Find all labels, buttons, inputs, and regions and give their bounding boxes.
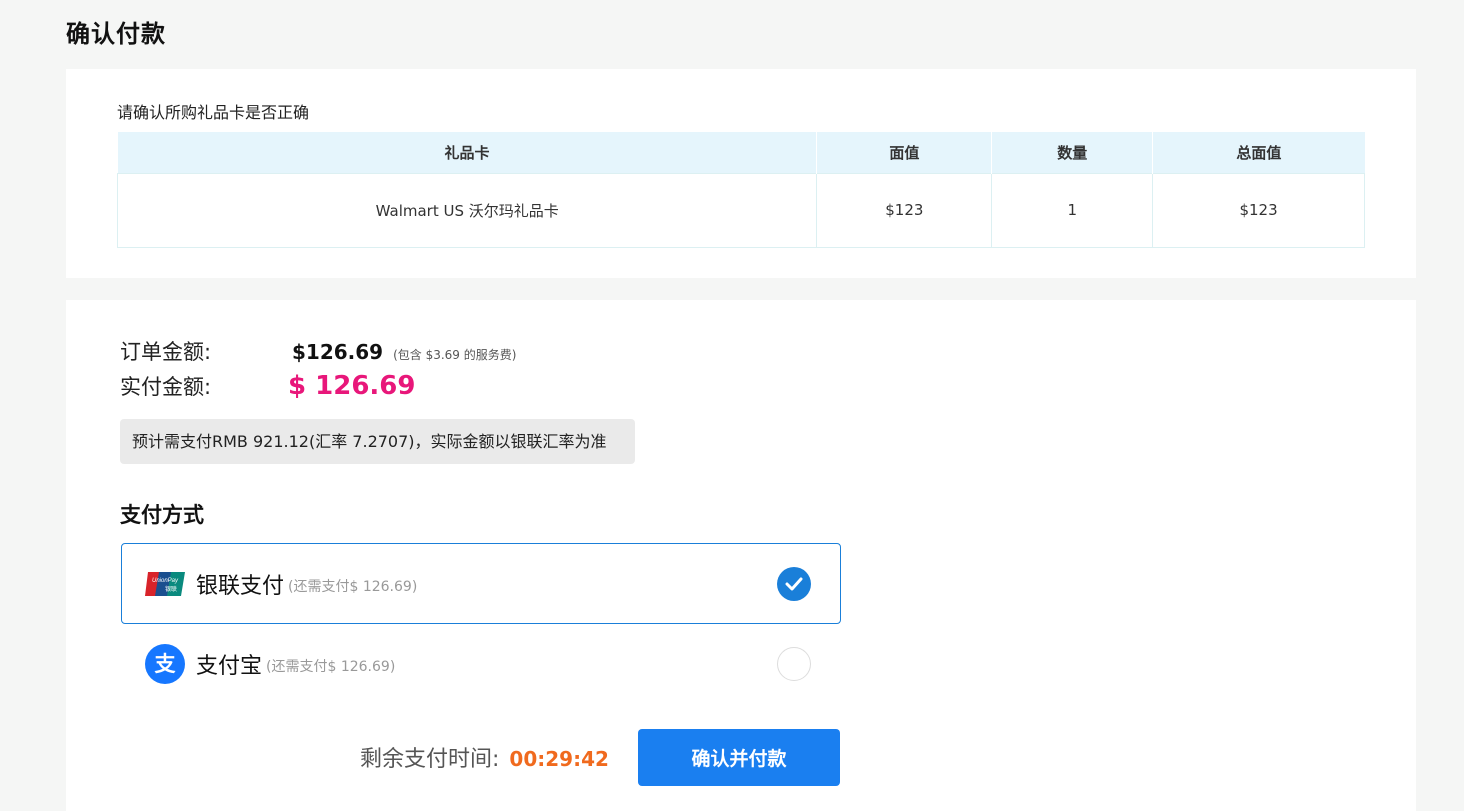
payment-option-unionpay[interactable]: UnionPay 银联 银联支付 (还需支付$ 126.69)	[121, 543, 841, 624]
svg-text:银联: 银联	[165, 585, 177, 593]
order-amount-value: $126.69	[292, 340, 384, 364]
payment-panel: 订单金额: $126.69 (包含 $3.69 的服务费) 实付金额: $ 12…	[66, 300, 1416, 811]
service-fee-note: (包含 $3.69 的服务费)	[393, 348, 517, 362]
paid-amount-row: 实付金额: $ 126.69	[120, 371, 415, 401]
alipay-label: 支付宝	[196, 653, 263, 679]
paid-amount-value: $ 126.69	[288, 371, 416, 401]
cell-total-value: $123	[1152, 172, 1365, 248]
table-header-row: 礼品卡 面值 数量 总面值	[117, 132, 1365, 173]
confirm-hint: 请确认所购礼品卡是否正确	[117, 103, 310, 122]
svg-text:支: 支	[155, 652, 177, 676]
table-row: Walmart US 沃尔玛礼品卡 $123 1 $123	[116, 172, 1365, 248]
payment-timer: 剩余支付时间: 00:29:42	[360, 741, 609, 773]
paid-amount-label: 实付金额:	[120, 375, 212, 399]
svg-text:UnionPay: UnionPay	[152, 578, 179, 584]
header-total-value: 总面值	[1152, 132, 1365, 173]
timer-label: 剩余支付时间:	[360, 747, 500, 772]
header-quantity: 数量	[991, 132, 1154, 173]
payment-option-alipay[interactable]: 支 支付宝 (还需支付$ 126.69)	[121, 623, 841, 704]
confirm-pay-button[interactable]: 确认并付款	[638, 729, 840, 786]
header-giftcard: 礼品卡	[117, 132, 818, 173]
cell-face-value: $123	[816, 172, 993, 248]
alipay-remaining: (还需支付$ 126.69)	[266, 658, 396, 675]
giftcard-table: 礼品卡 面值 数量 总面值 Walmart US 沃尔玛礼品卡 $123 1 $…	[116, 132, 1365, 248]
unionpay-label: 银联支付	[196, 573, 285, 599]
alipay-icon: 支	[144, 643, 186, 685]
order-amount-row: 订单金额: $126.69 (包含 $3.69 的服务费)	[120, 336, 516, 366]
radio-unselected-icon[interactable]	[777, 646, 811, 681]
giftcard-confirm-panel: 请确认所购礼品卡是否正确 礼品卡 面值 数量 总面值 Walmart US 沃尔…	[66, 69, 1416, 278]
header-face-value: 面值	[816, 132, 993, 173]
payment-method-title: 支付方式	[120, 503, 204, 527]
order-amount-label: 订单金额:	[120, 340, 212, 364]
cell-quantity: 1	[991, 172, 1154, 248]
rmb-estimate-note: 预计需支付RMB 921.12(汇率 7.2707)，实际金额以银联汇率为准	[120, 419, 635, 464]
check-selected-icon[interactable]	[777, 566, 811, 601]
page-title: 确认付款	[66, 20, 166, 48]
unionpay-remaining: (还需支付$ 126.69)	[288, 578, 418, 595]
cell-giftcard-name: Walmart US 沃尔玛礼品卡	[116, 172, 818, 248]
timer-countdown: 00:29:42	[509, 747, 609, 771]
unionpay-icon: UnionPay 银联	[144, 563, 186, 605]
